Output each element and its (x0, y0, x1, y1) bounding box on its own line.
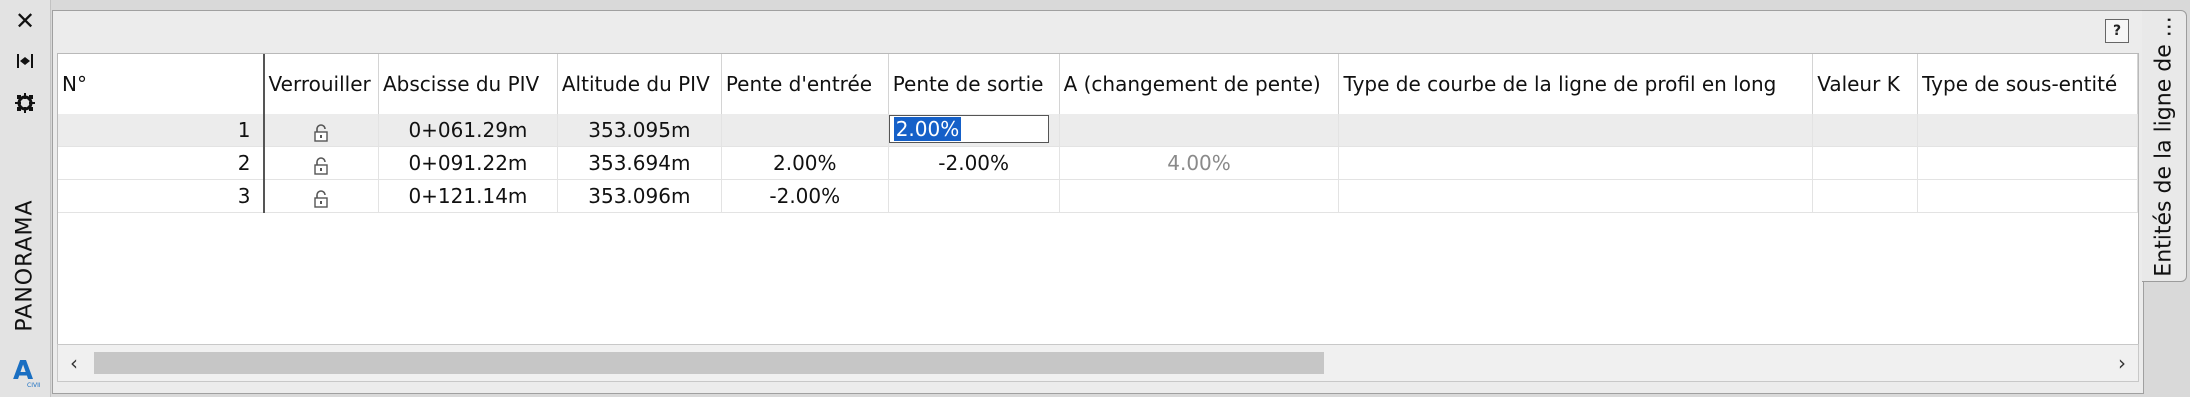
grade-out-edit-field[interactable]: 2.00% (888, 115, 1049, 143)
col-header-k-value[interactable]: Valeur K (1812, 54, 1919, 114)
piv-table: N° Verrouiller Abscisse du PIV Altitude … (58, 54, 2138, 213)
table-row[interactable]: 1 0+061.29m 353.095m 2.00% (58, 114, 2138, 147)
side-tab-label: Entités de la ligne de ... (2151, 15, 2177, 277)
palette-title: PANORAMA (12, 198, 38, 332)
row-number: 3 (58, 179, 265, 213)
horizontal-scrollbar[interactable]: ‹ › (57, 344, 2139, 382)
a-change-cell: 4.00% (1059, 146, 1340, 180)
piv-grid: N° Verrouiller Abscisse du PIV Altitude … (57, 53, 2139, 345)
col-header-lock[interactable]: Verrouiller (263, 54, 379, 114)
properties-icon[interactable] (10, 88, 40, 118)
station-cell[interactable]: 0+061.29m (378, 114, 558, 147)
station-cell[interactable]: 0+121.14m (378, 179, 558, 213)
k-value-cell[interactable] (1812, 179, 1919, 213)
col-header-curve-type[interactable]: Type de courbe de la ligne de profil en … (1338, 54, 1814, 114)
lock-cell[interactable] (263, 179, 379, 213)
lock-cell[interactable] (263, 114, 379, 147)
close-icon[interactable]: ✕ (10, 6, 40, 36)
a-change-cell (1059, 179, 1340, 213)
k-value-cell[interactable] (1812, 114, 1919, 147)
table-row[interactable]: 3 0+121.14m 353.096m -2.00% (58, 179, 2138, 213)
grade-in-cell[interactable]: 2.00% (721, 146, 889, 180)
grade-in-cell[interactable]: -2.00% (721, 179, 889, 213)
grade-out-cell[interactable]: -2.00% (888, 146, 1060, 180)
station-cell[interactable]: 0+091.22m (378, 146, 558, 180)
scrollbar-thumb[interactable] (94, 352, 1324, 374)
col-header-grade-out[interactable]: Pente de sortie (888, 54, 1060, 114)
sub-type-cell[interactable] (1917, 146, 2138, 180)
scroll-left-arrow-icon[interactable]: ‹ (58, 345, 90, 381)
autohide-icon[interactable] (10, 46, 40, 76)
elevation-cell[interactable]: 353.096m (557, 179, 722, 213)
unlock-icon[interactable] (313, 123, 329, 142)
unlock-icon[interactable] (313, 189, 329, 208)
unlock-icon[interactable] (313, 156, 329, 175)
panorama-panel: ? N° Verrouiller Abscisse du PIV Altitud… (52, 10, 2144, 394)
col-header-num[interactable]: N° (58, 54, 265, 114)
elevation-cell[interactable]: 353.694m (557, 146, 722, 180)
col-header-station[interactable]: Abscisse du PIV (378, 54, 558, 114)
header-row: N° Verrouiller Abscisse du PIV Altitude … (58, 54, 2138, 114)
table-row[interactable]: 2 0+091.22m 353.694m 2.00% -2.00% 4.00% (58, 146, 2138, 180)
scroll-right-arrow-icon[interactable]: › (2106, 345, 2138, 381)
col-header-grade-in[interactable]: Pente d'entrée (721, 54, 889, 114)
a-change-cell (1059, 114, 1340, 147)
curve-type-cell[interactable] (1338, 114, 1814, 147)
palette-titlebar: ✕ PANORAMA ACIVIL (0, 0, 51, 397)
autocad-civil-icon: ACIVIL (10, 354, 43, 390)
col-header-elevation[interactable]: Altitude du PIV (557, 54, 722, 114)
col-header-sub-type[interactable]: Type de sous-entité (1917, 54, 2138, 114)
row-number: 1 (58, 114, 265, 147)
svg-text:CIVIL: CIVIL (27, 382, 40, 388)
sub-type-cell[interactable] (1917, 179, 2138, 213)
grade-out-cell[interactable]: 2.00% (888, 114, 1060, 147)
row-number: 2 (58, 146, 265, 180)
side-tab-profile-entities[interactable]: Entités de la ligne de ... (2142, 10, 2187, 282)
lock-cell[interactable] (263, 146, 379, 180)
curve-type-cell[interactable] (1338, 146, 1814, 180)
k-value-cell[interactable] (1812, 146, 1919, 180)
sub-type-cell[interactable] (1917, 114, 2138, 147)
curve-type-cell[interactable] (1338, 179, 1814, 213)
elevation-cell[interactable]: 353.095m (557, 114, 722, 147)
grade-in-cell[interactable] (721, 114, 889, 147)
col-header-a-change[interactable]: A (changement de pente) (1059, 54, 1340, 114)
grade-out-cell[interactable] (888, 179, 1060, 213)
help-button[interactable]: ? (2105, 19, 2129, 43)
